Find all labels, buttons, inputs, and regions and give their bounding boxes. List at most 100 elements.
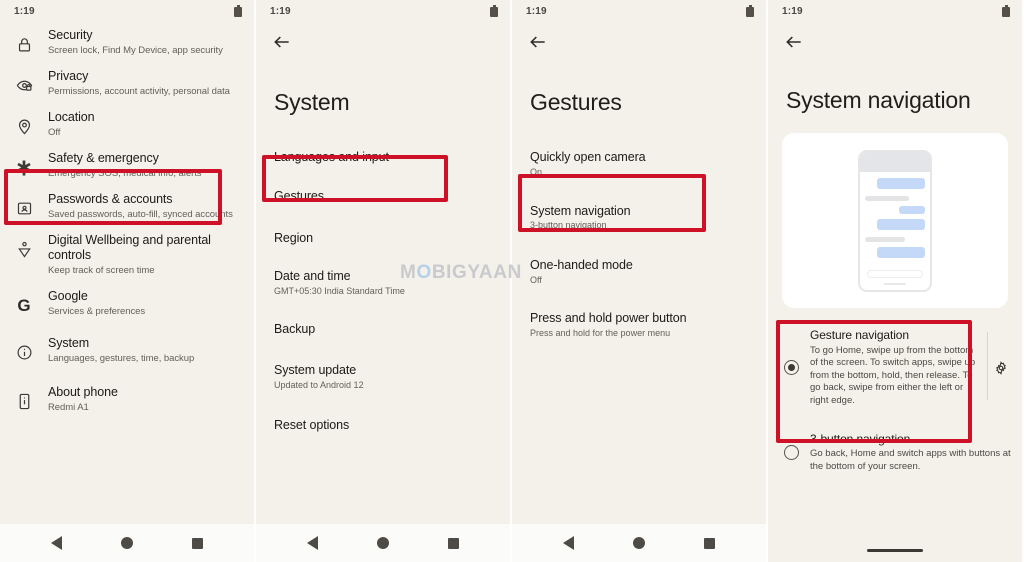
mockup-status-area xyxy=(860,151,930,172)
list-item-subtitle: Updated to Android 12 xyxy=(274,379,364,390)
mockup-bar xyxy=(877,177,925,189)
status-time: 1:19 xyxy=(14,5,35,17)
battery-icon xyxy=(234,5,242,17)
system-list[interactable]: Languages and input Gestures Region Date… xyxy=(256,141,510,524)
mockup-bar xyxy=(865,236,905,242)
settings-row-subtitle: Screen lock, Find My Device, app securit… xyxy=(48,44,223,56)
settings-row-google[interactable]: G Google Services & preferences xyxy=(0,283,254,324)
settings-scroll-area[interactable]: Security Screen lock, Find My Device, ap… xyxy=(0,22,254,524)
phone-mockup xyxy=(858,149,932,292)
settings-row-security[interactable]: Security Screen lock, Find My Device, ap… xyxy=(0,22,254,63)
android-navigation-bar xyxy=(512,524,766,562)
nav-recents-icon[interactable] xyxy=(703,537,715,549)
mockup-input-pill xyxy=(867,269,923,278)
list-item-system-navigation[interactable]: System navigation 3-button navigation xyxy=(512,188,766,246)
radio-gesture-navigation[interactable] xyxy=(778,360,804,376)
nav-back-icon[interactable] xyxy=(563,536,575,550)
settings-row-safety-emergency[interactable]: Safety & emergency Emergency SOS, medica… xyxy=(0,145,254,186)
google-g-icon: G xyxy=(17,296,31,316)
option-title: 3-button navigation xyxy=(810,431,911,446)
status-bar: 1:19 xyxy=(0,0,254,22)
list-item-title: Region xyxy=(274,230,314,245)
settings-row-system[interactable]: System Languages, gestures, time, backup xyxy=(0,330,254,371)
lock-icon xyxy=(0,28,48,53)
list-item-languages-and-input[interactable]: Languages and input xyxy=(256,141,510,175)
settings-row-title: System xyxy=(48,336,90,351)
back-button[interactable] xyxy=(256,22,510,62)
nav-home-icon[interactable] xyxy=(120,537,133,549)
status-time: 1:19 xyxy=(782,5,803,17)
panel-system-navigation-screen: 1:19 System navigation Gesture navigatio… xyxy=(768,0,1022,562)
mockup-side-button xyxy=(930,190,932,202)
list-item-title: Reset options xyxy=(274,418,350,433)
list-item-subtitle: Press and hold for the power menu xyxy=(530,327,671,338)
list-item-one-handed-mode[interactable]: One-handed mode Off xyxy=(512,246,766,295)
list-item-reset-options[interactable]: Reset options xyxy=(256,400,510,443)
settings-row-title: Passwords & accounts xyxy=(48,191,173,206)
page-title: System xyxy=(274,89,350,115)
back-button[interactable] xyxy=(512,22,766,62)
battery-icon xyxy=(746,5,754,17)
settings-row-title: Privacy xyxy=(48,68,89,83)
list-item-title: Backup xyxy=(274,322,316,337)
mockup-bar xyxy=(865,195,909,201)
status-bar: 1:19 xyxy=(512,0,766,22)
panel-settings-list: 1:19 Security Screen lock, Find My Devic… xyxy=(0,0,254,562)
radio-3-button-navigation[interactable] xyxy=(778,444,804,460)
navigation-options[interactable]: Gesture navigation To go Home, swipe up … xyxy=(768,314,1022,562)
list-item-system-update[interactable]: System update Updated to Android 12 xyxy=(256,347,510,400)
digital-wellbeing-icon xyxy=(0,233,48,259)
list-item-title: One-handed mode xyxy=(530,257,633,272)
page-title: Gestures xyxy=(530,89,622,115)
navigation-preview-illustration xyxy=(782,133,1008,309)
back-button[interactable] xyxy=(768,22,1022,62)
option-divider xyxy=(987,332,988,400)
nav-recents-icon[interactable] xyxy=(191,537,203,549)
info-circle-icon xyxy=(0,336,48,361)
passwords-accounts-icon xyxy=(0,192,48,217)
settings-row-location[interactable]: Location Off xyxy=(0,104,254,145)
status-bar: 1:19 xyxy=(768,0,1022,22)
list-item-title: Date and time xyxy=(274,269,351,284)
android-navigation-bar xyxy=(0,524,254,562)
settings-row-subtitle: Keep track of screen time xyxy=(48,265,155,277)
gear-icon[interactable] xyxy=(986,361,1016,375)
panel-system-screen: 1:19 System Languages and input Gestures… xyxy=(256,0,510,562)
list-item-region[interactable]: Region xyxy=(256,219,510,256)
about-phone-icon xyxy=(0,385,48,410)
list-item-title: Gestures xyxy=(274,188,324,203)
battery-icon xyxy=(490,5,498,17)
settings-row-about-phone[interactable]: About phone Redmi A1 xyxy=(0,379,254,420)
nav-home-icon[interactable] xyxy=(376,537,389,549)
list-item-title: Quickly open camera xyxy=(530,150,646,165)
location-pin-icon xyxy=(0,110,48,135)
gestures-list[interactable]: Quickly open camera On System navigation… xyxy=(512,141,766,524)
settings-row-privacy[interactable]: Privacy Permissions, account activity, p… xyxy=(0,63,254,104)
settings-row-title: Google xyxy=(48,289,88,304)
emergency-star-icon xyxy=(0,151,48,177)
list-item-backup[interactable]: Backup xyxy=(256,306,510,347)
settings-row-title: About phone xyxy=(48,385,118,400)
nav-home-icon[interactable] xyxy=(632,537,645,549)
list-item-quickly-open-camera[interactable]: Quickly open camera On xyxy=(512,141,766,187)
nav-recents-icon[interactable] xyxy=(447,537,459,549)
list-item-press-and-hold-power[interactable]: Press and hold power button Press and ho… xyxy=(512,295,766,348)
nav-back-icon[interactable] xyxy=(51,536,63,550)
option-description: Go back, Home and switch apps with butto… xyxy=(810,448,1011,472)
nav-back-icon[interactable] xyxy=(307,536,319,550)
settings-row-passwords-accounts[interactable]: Passwords & accounts Saved passwords, au… xyxy=(0,186,254,227)
list-item-subtitle: 3-button navigation xyxy=(530,220,607,231)
status-bar: 1:19 xyxy=(256,0,510,22)
mockup-bar xyxy=(877,246,925,258)
list-item-gestures[interactable]: Gestures xyxy=(256,175,510,219)
list-item-title: System navigation xyxy=(530,203,631,218)
mockup-bar xyxy=(899,205,925,214)
list-item-date-and-time[interactable]: Date and time GMT+05:30 India Standard T… xyxy=(256,255,510,306)
battery-icon xyxy=(1002,5,1010,17)
option-gesture-navigation[interactable]: Gesture navigation To go Home, swipe up … xyxy=(768,314,1022,417)
settings-row-title: Safety & emergency xyxy=(48,150,159,165)
back-arrow-icon xyxy=(530,36,545,48)
option-3-button-navigation[interactable]: 3-button navigation Go back, Home and sw… xyxy=(768,418,1022,480)
settings-row-subtitle: Languages, gestures, time, backup xyxy=(48,353,195,365)
settings-row-digital-wellbeing[interactable]: Digital Wellbeing and parental controls … xyxy=(0,227,254,284)
